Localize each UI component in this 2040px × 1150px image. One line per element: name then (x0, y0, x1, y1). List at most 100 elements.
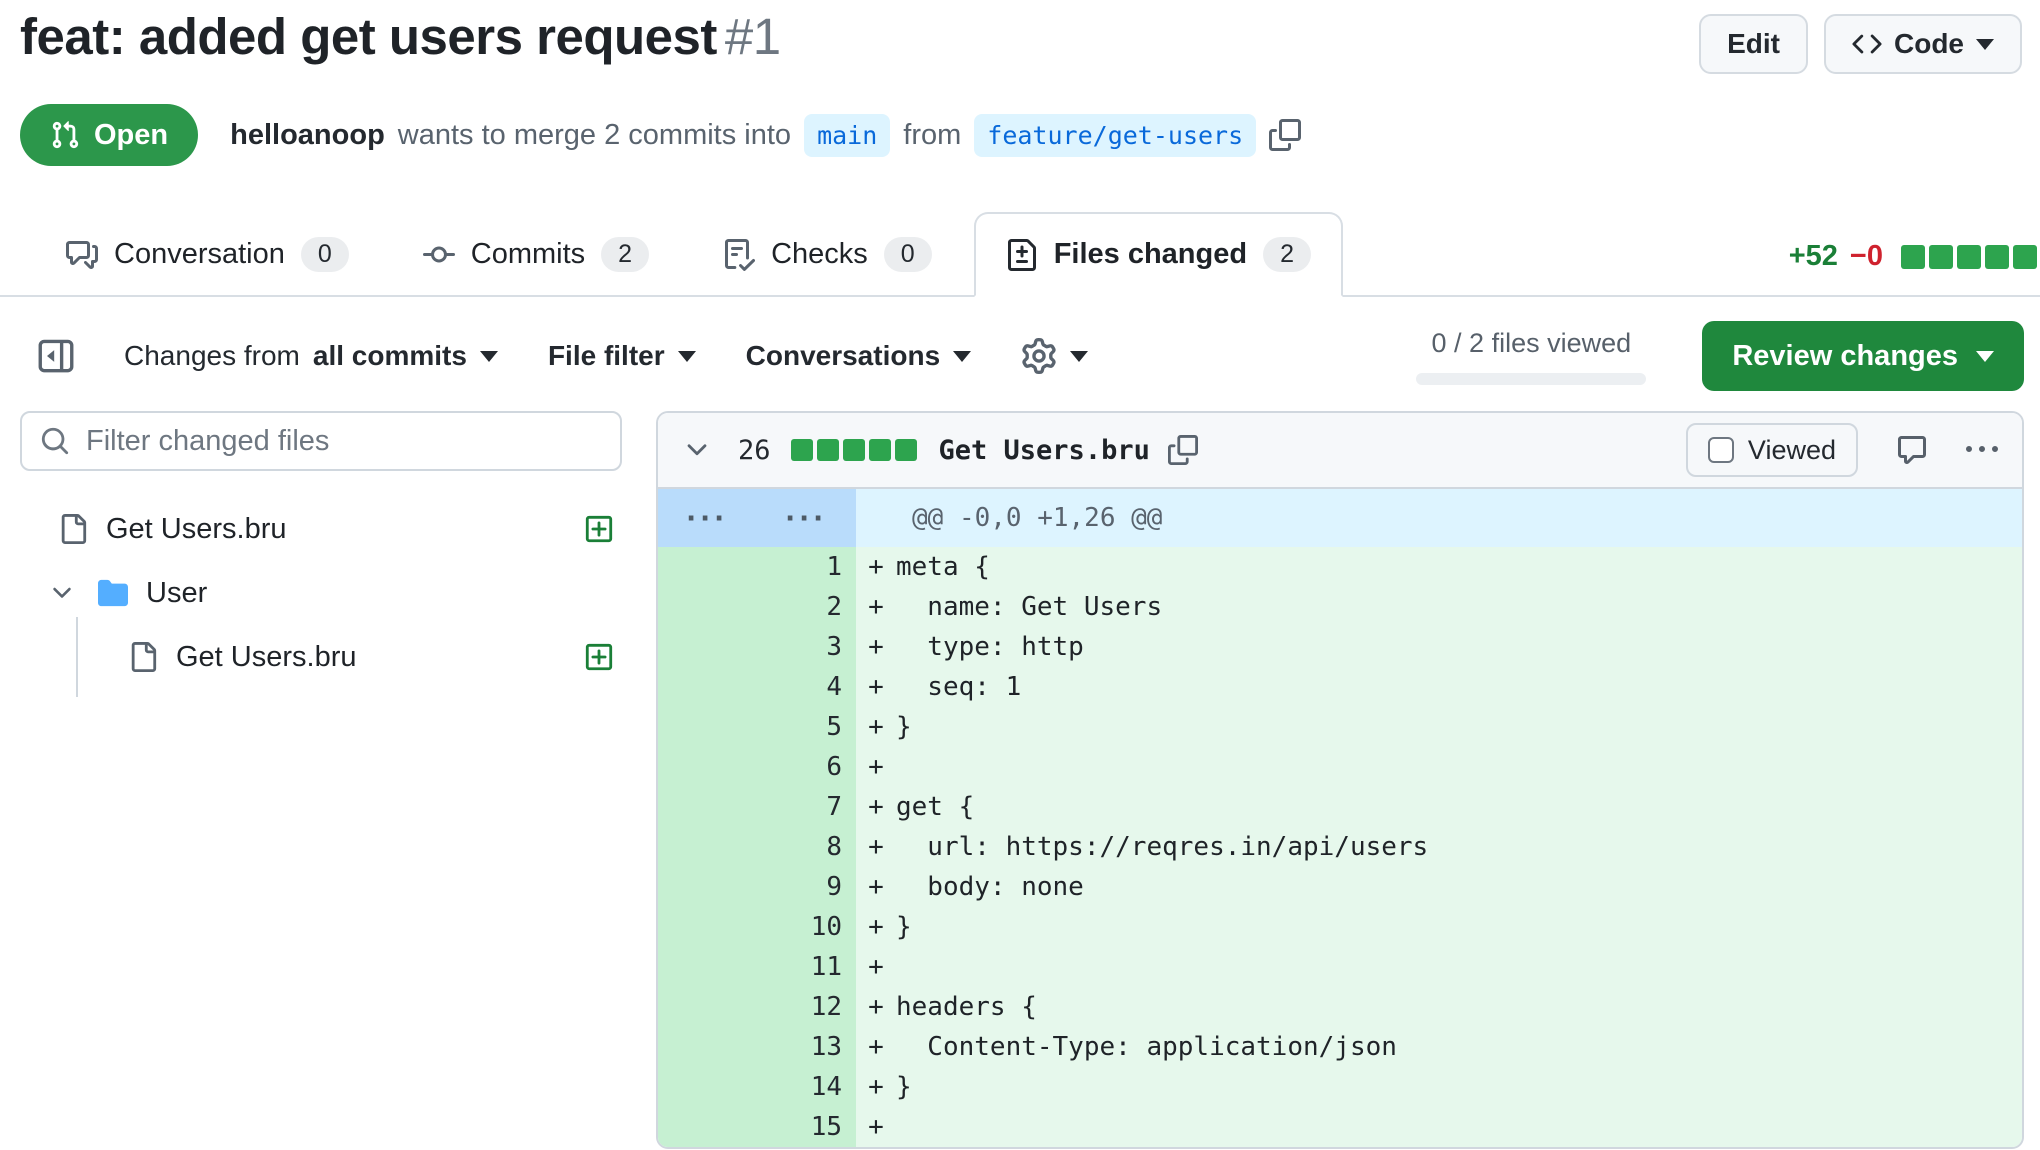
diff-line-sign: + (856, 712, 896, 742)
tab-checks[interactable]: Checks 0 (691, 212, 964, 297)
copy-path-icon[interactable] (1168, 435, 1198, 465)
diff-line-number[interactable]: 15 (658, 1107, 856, 1147)
diffstat-block (1901, 245, 1925, 269)
edit-button-label: Edit (1727, 28, 1780, 60)
diff-line: 2+ name: Get Users (658, 587, 2022, 627)
files-toolbar: Changes from all commits File filter Con… (0, 297, 2040, 409)
diff-line-sign: + (856, 992, 896, 1022)
diff-line-number[interactable]: 11 (658, 947, 856, 987)
diff-line-number[interactable]: 12 (658, 987, 856, 1027)
diff-line: 8+ url: https://reqres.in/api/users (658, 827, 2022, 867)
diff-line-content: + type: http (856, 627, 2022, 667)
diff-line-number[interactable]: 2 (658, 587, 856, 627)
diff-line-number[interactable]: 7 (658, 787, 856, 827)
diff-line-sign: + (856, 792, 896, 822)
diffstat-deletions: −0 (1850, 240, 1883, 273)
issue-number: #1 (725, 8, 781, 65)
tree-item-label: User (146, 577, 207, 610)
hunk-header-text: @@ -0,0 +1,26 @@ (856, 489, 2022, 547)
diff-line-number[interactable]: 5 (658, 707, 856, 747)
changes-from-dropdown[interactable]: Changes from all commits (124, 340, 498, 372)
viewed-checkbox-button[interactable]: Viewed (1686, 423, 1858, 477)
diff-file-name[interactable]: Get Users.bru (939, 435, 1150, 466)
caret-down-icon (480, 351, 498, 362)
search-icon (40, 426, 70, 461)
tree-item-file[interactable]: Get Users.bru (20, 497, 622, 561)
files-viewed-counter: 0 / 2 files viewed (1432, 328, 1632, 359)
chevron-down-icon (48, 579, 76, 607)
tree-item-folder-user[interactable]: User (20, 561, 622, 625)
tree-item-file-nested[interactable]: Get Users.bru (20, 625, 622, 689)
merge-description: helloanoop wants to merge 2 commits into… (230, 114, 1301, 157)
diff-line-content: +headers { (856, 987, 2022, 1027)
diff-line-sign: + (856, 752, 896, 782)
diff-line-code: url: https://reqres.in/api/users (896, 832, 1428, 862)
head-branch-chip[interactable]: feature/get-users (974, 114, 1256, 157)
diff-line-content: + body: none (856, 867, 2022, 907)
diff-line-sign: + (856, 912, 896, 942)
diff-line-number[interactable]: 1 (658, 547, 856, 587)
conversations-dropdown[interactable]: Conversations (746, 340, 972, 372)
diff-line-content: +} (856, 707, 2022, 747)
author-link[interactable]: helloanoop (230, 119, 385, 152)
review-changes-label: Review changes (1732, 340, 1958, 373)
diffstat-block (1957, 245, 1981, 269)
diff-line-number[interactable]: 4 (658, 667, 856, 707)
git-pull-request-icon (50, 120, 80, 150)
comment-icon[interactable] (1896, 434, 1928, 466)
files-viewed: 0 / 2 files viewed (1416, 328, 1646, 385)
sidebar-collapse-icon[interactable] (38, 338, 74, 374)
diff-line-number[interactable]: 13 (658, 1027, 856, 1067)
diffstat-block (791, 439, 813, 461)
file-tree-sidebar: Get Users.bru User G (20, 411, 622, 689)
diffstat-blocks (1901, 245, 2037, 269)
base-branch-chip[interactable]: main (804, 114, 890, 157)
diff-line-number[interactable]: 10 (658, 907, 856, 947)
file-filter-dropdown[interactable]: File filter (548, 340, 696, 372)
merge-text-from: from (903, 119, 961, 152)
diff-line-content: + (856, 1107, 2022, 1147)
diff-file-header: 26 Get Users.bru Viewed (658, 413, 2022, 489)
caret-down-icon (678, 351, 696, 362)
diff-line-content: + Content-Type: application/json (856, 1027, 2022, 1067)
filter-files (20, 411, 622, 471)
viewed-checkbox[interactable] (1708, 437, 1734, 463)
caret-down-icon (1070, 351, 1088, 362)
toolbar-left: Changes from all commits File filter Con… (38, 338, 1088, 374)
copy-branch-icon[interactable] (1269, 119, 1301, 151)
pr-header: feat: added get users request#1 Edit Cod… (0, 0, 2040, 74)
diff-line-number[interactable]: 9 (658, 867, 856, 907)
tab-count-badge: 0 (884, 237, 932, 272)
filter-files-input[interactable] (20, 411, 622, 471)
kebab-horizontal-icon[interactable] (1966, 434, 1998, 466)
comment-discussion-icon (66, 239, 98, 271)
edit-button[interactable]: Edit (1699, 14, 1808, 74)
collapse-file-chevron-icon[interactable] (682, 435, 712, 465)
file-tree: Get Users.bru User G (20, 497, 622, 689)
tab-files-changed[interactable]: Files changed 2 (974, 212, 1343, 297)
diff-settings-dropdown[interactable] (1021, 338, 1088, 374)
diff-line-number[interactable]: 8 (658, 827, 856, 867)
diff-line: 10+} (658, 907, 2022, 947)
tree-item-label: Get Users.bru (106, 513, 287, 546)
diff-line: 15+ (658, 1107, 2022, 1147)
code-button[interactable]: Code (1824, 14, 2022, 74)
diff-line-content: + seq: 1 (856, 667, 2022, 707)
diff-line-number[interactable]: 6 (658, 747, 856, 787)
diff-line-content: +get { (856, 787, 2022, 827)
tab-commits[interactable]: Commits 2 (391, 212, 681, 297)
diff-line-number[interactable]: 3 (658, 627, 856, 667)
diffstat-block (817, 439, 839, 461)
diff-line: 3+ type: http (658, 627, 2022, 667)
diff-line-content: + name: Get Users (856, 587, 2022, 627)
diff-line-code: } (896, 712, 912, 742)
diff-line-number[interactable]: 14 (658, 1067, 856, 1107)
tab-conversation[interactable]: Conversation 0 (34, 212, 381, 297)
diff-added-icon (584, 514, 614, 544)
files-viewed-progressbar (1416, 373, 1646, 385)
diff-line: 11+ (658, 947, 2022, 987)
review-changes-button[interactable]: Review changes (1702, 321, 2024, 391)
diffstat-block (2013, 245, 2037, 269)
files-changed-content: Get Users.bru User G (0, 409, 2040, 1149)
state-badge: Open (20, 104, 198, 166)
